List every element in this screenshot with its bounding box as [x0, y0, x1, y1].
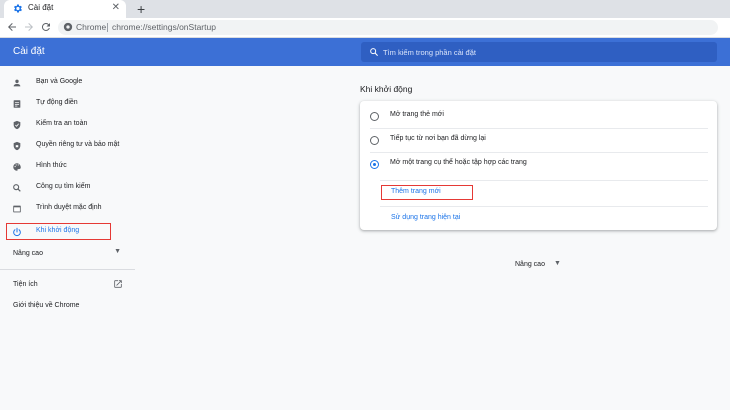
reload-icon[interactable] [40, 21, 52, 33]
sidebar-item-label: Kiểm tra an toàn [36, 120, 88, 127]
sidebar-advanced-label: Nâng cao [13, 250, 43, 257]
sidebar-extensions-label: Tiện ích [13, 281, 38, 288]
radio-button[interactable] [370, 136, 379, 145]
search-icon [370, 48, 378, 56]
radio-label: Mở trang thẻ mới [390, 111, 444, 118]
sidebar-item-you-and-google[interactable]: Bạn và Google [9, 74, 135, 92]
sidebar-item-privacy[interactable]: Quyền riêng tư và bảo mật [9, 137, 135, 155]
radio-label: Mở một trang cụ thể hoặc tập hợp các tra… [390, 159, 527, 166]
main-advanced-label: Nâng cao [515, 261, 545, 268]
palette-icon [13, 163, 21, 171]
sidebar-item-label: Trình duyệt mặc định [36, 204, 102, 211]
sidebar-item-label: Quyền riêng tư và bảo mật [36, 141, 120, 148]
highlight-box [381, 185, 473, 200]
radio-label: Tiếp tục từ nơi bạn đã dừng lại [390, 135, 486, 142]
new-tab-button[interactable]: + [137, 1, 145, 17]
sidebar-item-label: Tự động điền [36, 99, 78, 106]
sidebar-advanced-toggle[interactable]: Nâng cao ▼ [13, 248, 121, 260]
sidebar-divider [0, 269, 135, 270]
page-title: Cài đặt [13, 46, 45, 57]
radio-button-checked[interactable] [370, 160, 379, 169]
tab-close-icon[interactable]: ✕ [112, 2, 120, 14]
section-title: Khi khởi động [360, 84, 413, 94]
shield-icon [13, 120, 21, 130]
forward-arrow-icon[interactable] [23, 21, 35, 33]
chrome-logo-icon [63, 22, 73, 32]
back-arrow-icon[interactable] [6, 21, 18, 33]
tab-settings[interactable]: Cài đặt ✕ [4, 0, 126, 18]
sidebar-item-extensions[interactable]: Tiện ích [13, 279, 125, 291]
external-link-icon [114, 280, 122, 288]
sidebar-item-search-engine[interactable]: Công cụ tìm kiếm [9, 179, 135, 197]
row-divider [370, 152, 708, 153]
startup-options-card: Mở trang thẻ mới Tiếp tục từ nơi bạn đã … [360, 101, 717, 230]
sidebar-item-appearance[interactable]: Hình thức [9, 158, 135, 176]
row-divider [380, 180, 708, 181]
sidebar-item-safety-check[interactable]: Kiểm tra an toàn [9, 116, 135, 134]
use-current-pages-link[interactable]: Sử dụng trang hiện tại [391, 214, 460, 221]
sidebar-item-label: Hình thức [36, 162, 67, 169]
radio-open-specific-pages[interactable]: Mở một trang cụ thể hoặc tập hợp các tra… [370, 158, 710, 172]
omnibox-url[interactable]: chrome://settings/onStartup [112, 22, 216, 32]
tab-title: Cài đặt [28, 3, 54, 12]
omnibox-origin-label: Chrome [76, 22, 107, 32]
clipboard-icon [13, 100, 21, 108]
main-advanced-toggle[interactable]: Nâng cao ▼ [515, 260, 565, 272]
gear-icon [14, 4, 22, 13]
sidebar-item-about-chrome[interactable]: Giới thiệu về Chrome [13, 302, 79, 309]
dropdown-arrow-icon: ▼ [114, 248, 121, 255]
settings-header: Cài đặt [0, 38, 730, 66]
tab-strip: Cài đặt ✕ + [0, 0, 730, 18]
sidebar-item-default-browser[interactable]: Trình duyệt mặc định [9, 200, 135, 218]
sidebar-item-label: Công cụ tìm kiếm [36, 183, 91, 190]
radio-open-new-tab[interactable]: Mở trang thẻ mới [370, 110, 710, 124]
radio-continue-where-left[interactable]: Tiếp tục từ nơi bạn đã dừng lại [370, 134, 710, 148]
sidebar-item-autofill[interactable]: Tự động điền [9, 95, 135, 113]
address-bar[interactable]: Chrome chrome://settings/onStartup [58, 20, 718, 35]
search-icon [13, 184, 21, 192]
row-divider [380, 206, 708, 207]
browser-icon [13, 205, 21, 213]
person-icon [13, 79, 21, 87]
settings-search[interactable] [361, 42, 717, 62]
omnibox-separator [107, 23, 108, 32]
sidebar-item-label: Bạn và Google [36, 78, 83, 85]
search-input[interactable] [383, 45, 703, 59]
shield-lock-icon [13, 141, 21, 151]
browser-toolbar: Chrome chrome://settings/onStartup [0, 18, 730, 38]
highlight-box [6, 223, 111, 240]
radio-button[interactable] [370, 112, 379, 121]
row-divider [370, 128, 708, 129]
dropdown-arrow-icon: ▼ [554, 260, 561, 267]
